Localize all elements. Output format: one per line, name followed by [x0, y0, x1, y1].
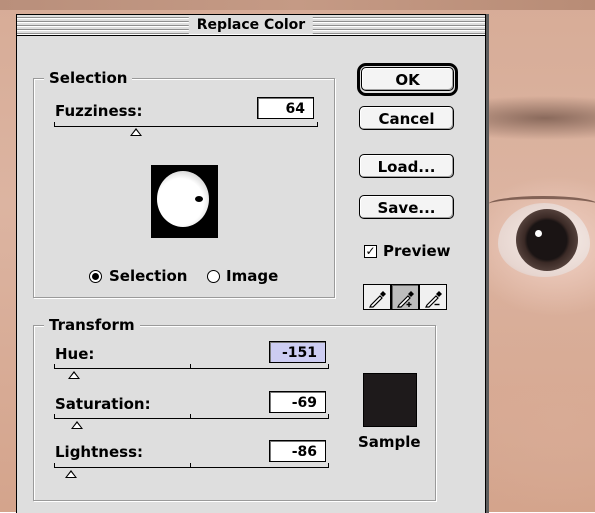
eyedropper-plus-tool[interactable] [391, 284, 419, 310]
saturation-slider-thumb[interactable] [71, 421, 83, 429]
lightness-field[interactable]: -86 [269, 440, 326, 462]
title-bar[interactable]: Replace Color [17, 15, 485, 36]
eye-glint [535, 230, 542, 237]
selection-radio-label[interactable]: Selection [109, 267, 187, 285]
saturation-label: Saturation: [55, 395, 151, 413]
cancel-button[interactable]: Cancel [359, 106, 454, 130]
image-radio[interactable] [207, 270, 220, 283]
hue-slider-track[interactable] [54, 364, 329, 369]
ok-button[interactable]: OK [361, 67, 454, 91]
saturation-slider-track[interactable] [54, 414, 329, 419]
load-button[interactable]: Load... [359, 154, 454, 178]
photo-top-strip [0, 0, 595, 10]
sample-color-swatch[interactable] [363, 373, 417, 427]
eyedropper-minus-tool[interactable] [419, 284, 447, 310]
hue-slider-thumb[interactable] [68, 371, 80, 379]
eyedropper-icon [369, 291, 386, 308]
lightness-label: Lightness: [55, 443, 143, 461]
fuzziness-slider-thumb[interactable] [130, 128, 142, 136]
fuzziness-label: Fuzziness: [55, 102, 143, 120]
eyedropper-tool[interactable] [363, 284, 391, 310]
save-button[interactable]: Save... [359, 195, 454, 219]
selection-radio[interactable] [89, 270, 102, 283]
eye-image [498, 203, 590, 277]
eyedropper-minus-icon [425, 291, 442, 308]
fuzziness-field[interactable]: 64 [257, 97, 314, 119]
selection-preview-image [151, 165, 218, 238]
selection-legend: Selection [44, 69, 133, 87]
eyedropper-plus-icon [397, 291, 414, 308]
lightness-slider-thumb[interactable] [65, 470, 77, 478]
image-radio-label[interactable]: Image [226, 267, 278, 285]
iris [516, 209, 578, 271]
preview-label[interactable]: Preview [383, 242, 451, 260]
sample-label: Sample [358, 433, 421, 451]
saturation-field[interactable]: -69 [269, 391, 326, 413]
replace-color-dialog: Replace Color Selection Fuzziness: 64 Se… [16, 14, 486, 513]
hue-label: Hue: [55, 345, 95, 363]
hue-field[interactable]: -151 [269, 341, 326, 363]
transform-legend: Transform [44, 316, 140, 334]
preview-checkbox[interactable]: ✓ [364, 245, 377, 258]
fuzziness-slider-track[interactable] [54, 122, 318, 127]
dialog-title: Replace Color [188, 16, 314, 34]
lightness-slider-track[interactable] [54, 463, 329, 468]
